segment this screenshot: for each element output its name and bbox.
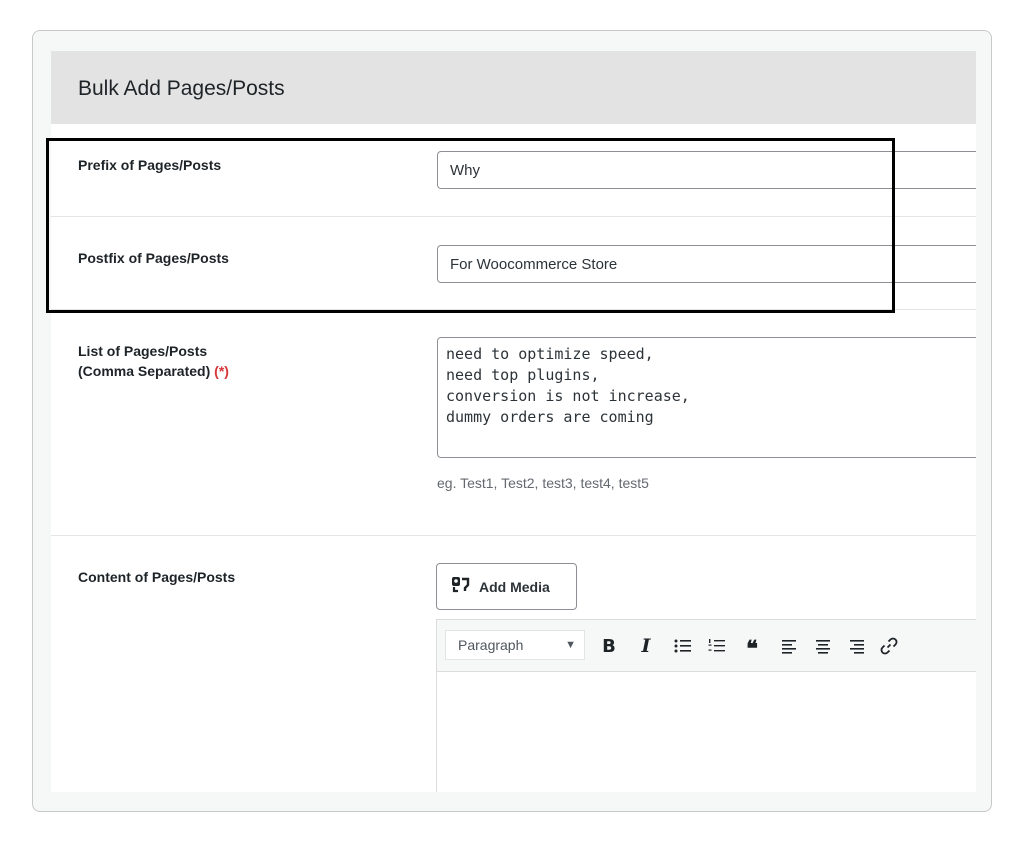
list-textarea[interactable]: need to optimize speed, need top plugins…	[437, 337, 976, 458]
panel-title: Bulk Add Pages/Posts	[78, 77, 285, 100]
align-left-icon[interactable]	[777, 634, 801, 658]
align-right-icon[interactable]	[845, 634, 869, 658]
row-divider	[51, 309, 976, 310]
numbered-list-icon[interactable]	[705, 634, 729, 658]
bulk-add-panel: Bulk Add Pages/Posts Prefix of Pages/Pos…	[51, 51, 976, 792]
postfix-input[interactable]	[437, 245, 976, 283]
bulleted-list-icon[interactable]	[671, 634, 695, 658]
list-label: List of Pages/Posts (Comma Separated) (*…	[78, 341, 229, 381]
editor-content-area[interactable]	[437, 673, 976, 792]
required-marker: (*)	[214, 363, 229, 379]
row-divider	[51, 535, 976, 536]
align-center-icon[interactable]	[811, 634, 835, 658]
format-select-value: Paragraph	[458, 637, 524, 653]
add-media-button[interactable]: Add Media	[436, 563, 577, 610]
bold-icon[interactable]: B	[597, 634, 621, 658]
add-media-label: Add Media	[479, 578, 550, 595]
list-hint: eg. Test1, Test2, test3, test4, test5	[437, 475, 649, 491]
list-label-line1: List of Pages/Posts	[78, 343, 208, 359]
prefix-label: Prefix of Pages/Posts	[78, 157, 222, 173]
blockquote-icon[interactable]: ❝	[740, 634, 764, 662]
format-select[interactable]: Paragraph ▼	[445, 630, 585, 660]
media-icon	[451, 575, 471, 598]
list-label-comma-note: (Comma Separated)	[78, 363, 211, 379]
editor-toolbar: Paragraph ▼ B I ❝	[437, 620, 976, 672]
panel-header: Bulk Add Pages/Posts	[51, 51, 976, 124]
link-icon[interactable]	[877, 634, 901, 658]
caret-down-icon: ▼	[565, 639, 576, 651]
content-label: Content of Pages/Posts	[78, 569, 236, 585]
list-label-line2: (Comma Separated) (*)	[78, 361, 229, 381]
row-divider	[51, 216, 976, 217]
content-editor[interactable]: Paragraph ▼ B I ❝	[436, 619, 976, 792]
prefix-input[interactable]	[437, 151, 976, 189]
postfix-label: Postfix of Pages/Posts	[78, 250, 229, 266]
italic-icon[interactable]: I	[634, 634, 658, 658]
